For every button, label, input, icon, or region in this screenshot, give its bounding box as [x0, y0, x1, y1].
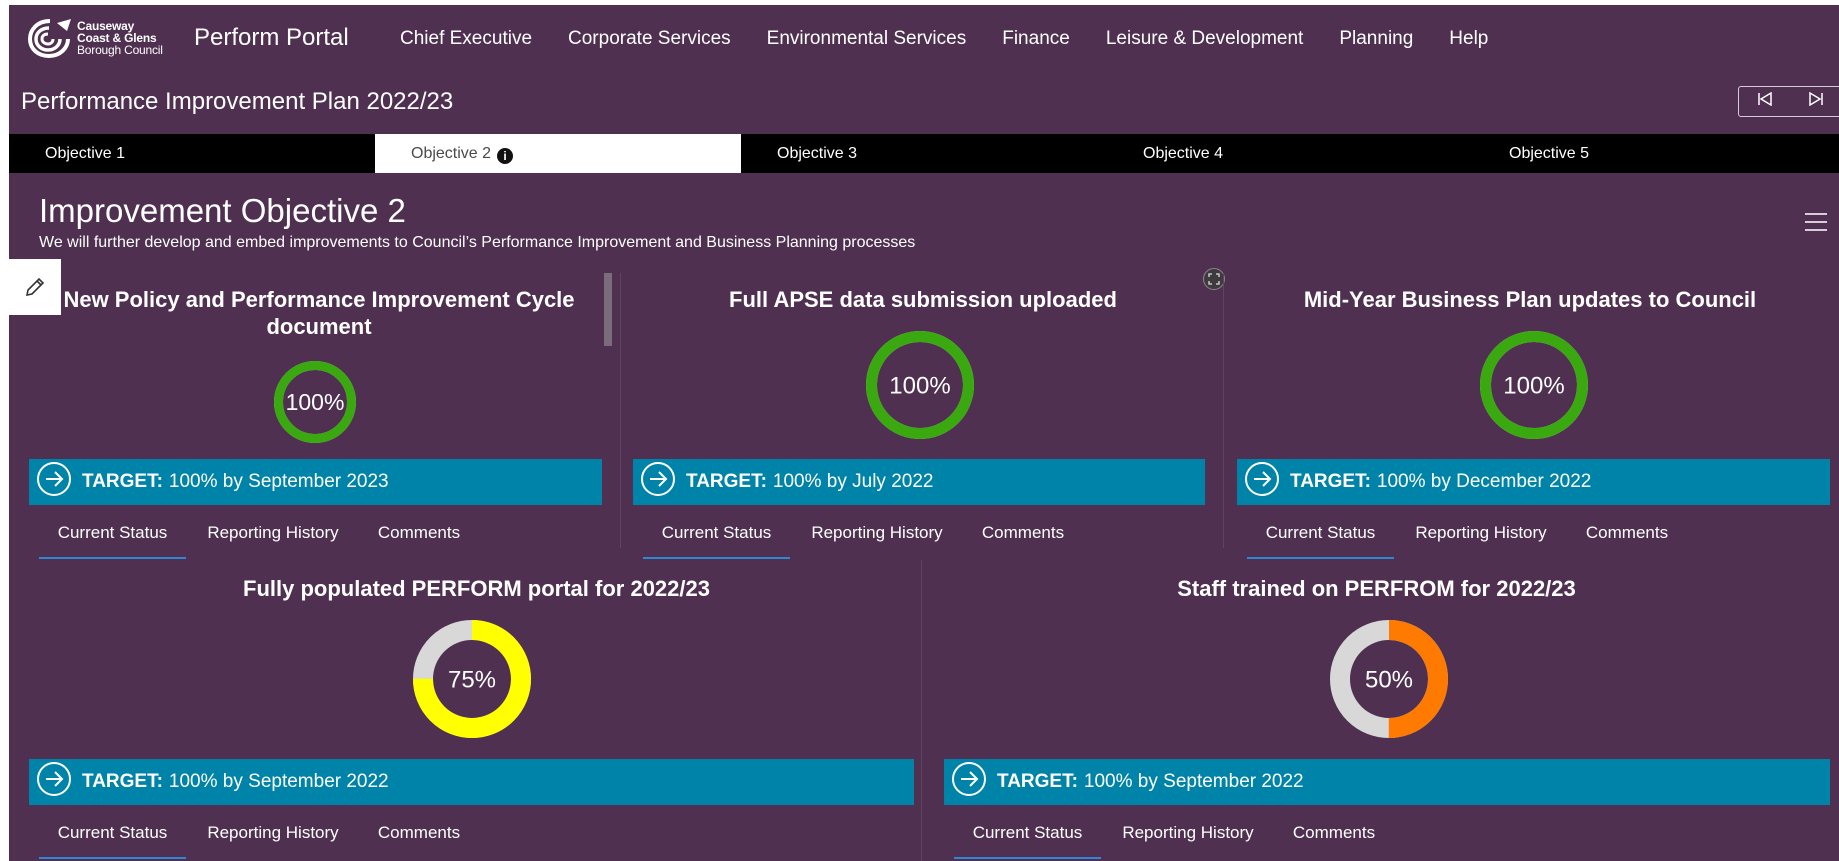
progress-ring: 100%	[1480, 331, 1588, 444]
pencil-icon	[25, 277, 45, 297]
nav-finance[interactable]: Finance	[1002, 28, 1070, 50]
arrow-circle-icon	[951, 761, 987, 803]
card-title: Fully populated PERFORM portal for 2022/…	[243, 576, 710, 601]
tab-current-status[interactable]: Current Status	[1247, 519, 1394, 559]
nav-leisure-development[interactable]: Leisure & Development	[1106, 28, 1304, 50]
target-value: 100% by September 2023	[168, 471, 389, 492]
council-logo[interactable]: Causeway Coast & Glens Borough Council	[27, 17, 163, 59]
info-icon[interactable]: i	[497, 148, 514, 164]
portal-title[interactable]: Perform Portal	[194, 24, 349, 52]
objective-subtitle: We will further develop and embed improv…	[39, 234, 916, 251]
ring-percent-label: 50%	[1365, 666, 1413, 693]
previous-page-icon[interactable]	[1757, 91, 1773, 111]
ring-percent-label: 100%	[286, 389, 345, 415]
tab-comments[interactable]: Comments	[1275, 819, 1393, 859]
tab-label: Objective 5	[1509, 145, 1590, 162]
tab-current-status[interactable]: Current Status	[39, 819, 186, 859]
target-label: TARGET:	[997, 771, 1078, 792]
card-tabs: Current Status Reporting History Comment…	[39, 519, 478, 559]
tab-objective-5[interactable]: Objective 5	[1473, 134, 1839, 173]
app-frame: Causeway Coast & Glens Borough Council P…	[9, 5, 1839, 861]
main-nav: Chief Executive Corporate Services Envir…	[400, 28, 1524, 50]
card-title: Full APSE data submission uploaded	[729, 287, 1117, 312]
logo-text: Causeway Coast & Glens Borough Council	[77, 20, 163, 56]
objective-title: Improvement Objective 2	[39, 192, 406, 229]
tab-label: Objective 1	[45, 145, 126, 162]
tab-current-status[interactable]: Current Status	[643, 519, 790, 559]
tab-comments[interactable]: Comments	[360, 819, 478, 859]
target-label: TARGET:	[82, 471, 163, 492]
next-page-icon[interactable]	[1808, 91, 1824, 111]
objective-tabs: Objective 1 Objective 2 i Objective 3 Obj…	[9, 134, 1839, 173]
donut-chart: 50%	[1330, 620, 1448, 738]
tab-label: Objective 3	[777, 145, 858, 162]
logo-swirl-icon	[27, 19, 71, 59]
tab-current-status[interactable]: Current Status	[954, 819, 1101, 859]
donut-chart: 100%	[274, 361, 356, 443]
logo-line-3: Borough Council	[77, 43, 163, 57]
target-bar[interactable]: TARGET: 100% by September 2022	[29, 759, 914, 805]
arrow-circle-icon	[640, 461, 676, 503]
page-title: Performance Improvement Plan 2022/23	[21, 88, 454, 115]
tab-comments[interactable]: Comments	[360, 519, 478, 559]
tab-objective-1[interactable]: Objective 1	[9, 134, 375, 173]
card-divider	[620, 273, 621, 548]
target-value: 100% by September 2022	[168, 771, 389, 792]
nav-chief-executive[interactable]: Chief Executive	[400, 28, 532, 50]
tab-comments[interactable]: Comments	[964, 519, 1082, 559]
card-divider	[921, 560, 922, 861]
donut-chart: 75%	[413, 620, 531, 738]
card-tabs: Current Status Reporting History Comment…	[39, 819, 478, 859]
nav-planning[interactable]: Planning	[1339, 28, 1413, 50]
progress-ring: 75%	[413, 620, 531, 743]
ring-percent-label: 75%	[448, 666, 496, 693]
card-title: New Policy and Performance Improvement C…	[63, 287, 575, 339]
arrow-circle-icon	[1244, 461, 1280, 503]
nav-corporate-services[interactable]: Corporate Services	[568, 28, 731, 50]
target-value: 100% by December 2022	[1376, 471, 1592, 492]
tab-label: Objective 4	[1143, 145, 1224, 162]
donut-chart: 100%	[1480, 331, 1588, 439]
target-bar[interactable]: TARGET: 100% by December 2022	[1237, 459, 1830, 505]
tab-current-status[interactable]: Current Status	[39, 519, 186, 559]
target-bar[interactable]: TARGET: 100% by July 2022	[633, 459, 1205, 505]
donut-chart: 100%	[866, 331, 974, 439]
target-label: TARGET:	[686, 471, 767, 492]
ring-percent-label: 100%	[1503, 372, 1564, 399]
hamburger-menu-icon[interactable]	[1805, 213, 1827, 237]
tab-reporting-history[interactable]: Reporting History	[186, 819, 360, 859]
nav-help[interactable]: Help	[1449, 28, 1488, 50]
tab-comments[interactable]: Comments	[1568, 519, 1686, 559]
tab-objective-2[interactable]: Objective 2 i	[375, 134, 741, 173]
target-bar[interactable]: TARGET: 100% by September 2023	[29, 459, 602, 505]
tab-objective-3[interactable]: Objective 3	[741, 134, 1107, 173]
ring-percent-label: 100%	[889, 372, 950, 399]
card-title: Staff trained on PERFROM for 2022/23	[1177, 576, 1576, 601]
target-label: TARGET:	[82, 771, 163, 792]
card-divider	[1223, 273, 1224, 548]
page-navigator	[1738, 86, 1839, 117]
target-bar[interactable]: TARGET: 100% by September 2022	[944, 759, 1830, 805]
tab-reporting-history[interactable]: Reporting History	[1101, 819, 1275, 859]
tab-reporting-history[interactable]: Reporting History	[790, 519, 964, 559]
card-tabs: Current Status Reporting History Comment…	[1247, 519, 1686, 559]
progress-ring: 100%	[274, 361, 356, 448]
arrow-circle-icon	[36, 761, 72, 803]
card-tabs: Current Status Reporting History Comment…	[643, 519, 1082, 559]
tab-reporting-history[interactable]: Reporting History	[1394, 519, 1568, 559]
progress-ring: 100%	[866, 331, 974, 444]
tab-objective-4[interactable]: Objective 4	[1107, 134, 1473, 173]
nav-environmental-services[interactable]: Environmental Services	[767, 28, 967, 50]
tab-reporting-history[interactable]: Reporting History	[186, 519, 360, 559]
card-scrollbar[interactable]	[604, 273, 612, 346]
target-label: TARGET:	[1290, 471, 1371, 492]
target-value: 100% by July 2022	[772, 471, 934, 492]
progress-ring: 50%	[1330, 620, 1448, 743]
card-title: Mid-Year Business Plan updates to Counci…	[1303, 287, 1757, 312]
target-value: 100% by September 2022	[1083, 771, 1304, 792]
arrow-circle-icon	[36, 461, 72, 503]
tab-label: Objective 2	[411, 145, 492, 162]
card-tabs: Current Status Reporting History Comment…	[954, 819, 1393, 859]
